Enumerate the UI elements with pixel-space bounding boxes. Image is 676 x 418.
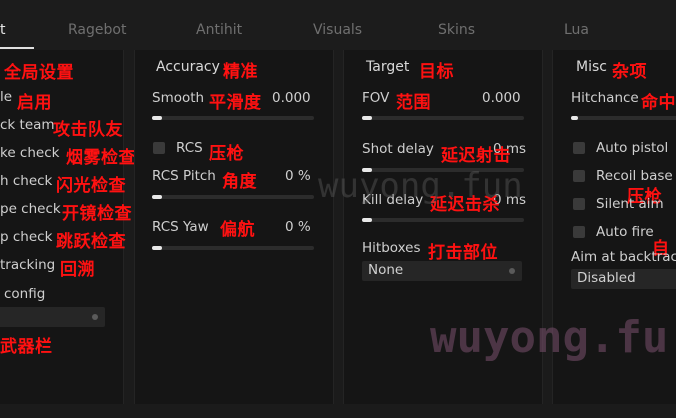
tab-ragebot[interactable]: Ragebot	[68, 22, 126, 38]
flash-check-checkbox-label[interactable]: h check	[0, 173, 52, 189]
rcs-yaw-slider[interactable]	[152, 246, 314, 250]
flash-check-annotation: 闪光检查	[56, 176, 126, 196]
kill-delay-slider-fill	[362, 218, 372, 222]
rcs-yaw-slider-fill	[152, 246, 162, 250]
tab-visuals[interactable]: Visuals	[313, 22, 362, 38]
hitboxes-dropdown[interactable]: None	[362, 261, 522, 281]
smooth-slider-fill	[152, 116, 162, 120]
dropdown-indicator-icon	[509, 268, 515, 274]
shot-delay-slider[interactable]	[362, 168, 524, 172]
dropdown-indicator-icon	[92, 314, 98, 320]
hitchance-slider-fill	[571, 116, 578, 120]
tab-skins[interactable]: Skins	[438, 22, 475, 38]
active-tab-indicator	[0, 47, 34, 49]
tab-antihit[interactable]: Antihit	[196, 22, 242, 38]
tab-lua[interactable]: Lua	[564, 22, 589, 38]
target-title: Target	[366, 59, 410, 75]
rcs-pitch-annotation: 角度	[222, 172, 257, 192]
smooth-slider[interactable]	[152, 116, 314, 120]
shot-delay-slider-fill	[362, 168, 372, 172]
silent-aim-checkbox[interactable]	[573, 198, 585, 210]
hitchance-slider[interactable]	[571, 116, 676, 120]
rcs-pitch-slider-fill	[152, 195, 162, 199]
recoil-based-checkbox[interactable]	[573, 170, 585, 182]
enable-checkbox-label[interactable]: le	[0, 89, 12, 105]
enable-annotation: 启用	[17, 93, 52, 113]
shot-delay-label: Shot delay	[362, 141, 434, 157]
accuracy-title: Accuracy	[156, 59, 220, 75]
smooth-label: Smooth	[152, 90, 205, 106]
misc-title: Misc	[576, 59, 607, 75]
rcs-pitch-slider[interactable]	[152, 195, 314, 199]
config-label: config	[4, 286, 46, 302]
auto-fire-label: Auto fire	[596, 224, 654, 240]
tab-legitbot[interactable]: t	[0, 22, 6, 38]
auto-fire-checkbox[interactable]	[573, 226, 585, 238]
smooth-annotation: 平滑度	[209, 93, 262, 113]
jump-check-annotation: 跳跃检查	[56, 232, 126, 252]
kill-delay-slider[interactable]	[362, 218, 524, 222]
scope-check-checkbox-label[interactable]: pe check	[0, 201, 61, 217]
attack-team-annotation: 攻击队友	[53, 120, 123, 140]
smooth-value: 0.000	[272, 90, 311, 106]
fov-slider[interactable]	[362, 116, 524, 120]
auto-pistol-label: Auto pistol	[596, 140, 669, 156]
hitboxes-dropdown-value: None	[368, 262, 404, 278]
rcs-annotation: 压枪	[209, 144, 244, 164]
fov-slider-fill	[362, 116, 372, 120]
backtracking-annotation: 回溯	[60, 260, 95, 280]
aim-at-backtrack-label: Aim at backtrac	[571, 249, 676, 265]
rcs-pitch-label: RCS Pitch	[152, 168, 216, 184]
aim-at-backtrack-dropdown-value: Disabled	[577, 270, 636, 286]
misc-annotation: 杂项	[612, 62, 647, 82]
kill-delay-label: Kill delay	[362, 192, 424, 208]
aim-at-backtrack-dropdown[interactable]: Disabled	[571, 269, 676, 289]
hitboxes-label: Hitboxes	[362, 240, 421, 256]
hitchance-annotation: 命中	[641, 93, 676, 113]
fov-value: 0.000	[482, 90, 521, 106]
scope-check-annotation: 开镜检查	[62, 204, 132, 224]
general-settings-annotation: 全局设置	[4, 63, 74, 83]
rcs-yaw-label: RCS Yaw	[152, 219, 209, 235]
rcs-yaw-value: 0 %	[285, 219, 311, 235]
shot-delay-annotation: 延迟射击	[441, 146, 511, 166]
jump-check-checkbox-label[interactable]: p check	[0, 229, 52, 245]
smoke-check-checkbox-label[interactable]: ke check	[0, 145, 59, 161]
accuracy-annotation: 精准	[223, 62, 258, 82]
top-tab-bar: t Ragebot Antihit Visuals Skins Lua	[0, 0, 676, 50]
weapon-bar-annotation: 武器栏	[0, 337, 53, 357]
hitchance-label: Hitchance	[571, 90, 639, 106]
attack-team-checkbox-label[interactable]: ck team	[0, 117, 55, 133]
fov-label: FOV	[362, 90, 390, 106]
rcs-pitch-value: 0 %	[285, 168, 311, 184]
rcs-yaw-annotation: 偏航	[220, 220, 255, 240]
target-annotation: 目标	[419, 62, 454, 82]
kill-delay-annotation: 延迟击杀	[430, 195, 500, 215]
bottom-strip	[0, 404, 676, 418]
weapon-config-dropdown[interactable]	[0, 307, 105, 327]
smoke-check-annotation: 烟雾检查	[66, 148, 136, 168]
backtracking-checkbox-label[interactable]: tracking	[0, 257, 55, 273]
silent-aim-label: Silent aim	[596, 196, 664, 212]
fov-annotation: 范围	[396, 93, 431, 113]
auto-pistol-checkbox[interactable]	[573, 142, 585, 154]
hitboxes-annotation: 打击部位	[428, 243, 498, 263]
rcs-checkbox[interactable]	[153, 142, 165, 154]
rcs-label: RCS	[176, 140, 203, 156]
